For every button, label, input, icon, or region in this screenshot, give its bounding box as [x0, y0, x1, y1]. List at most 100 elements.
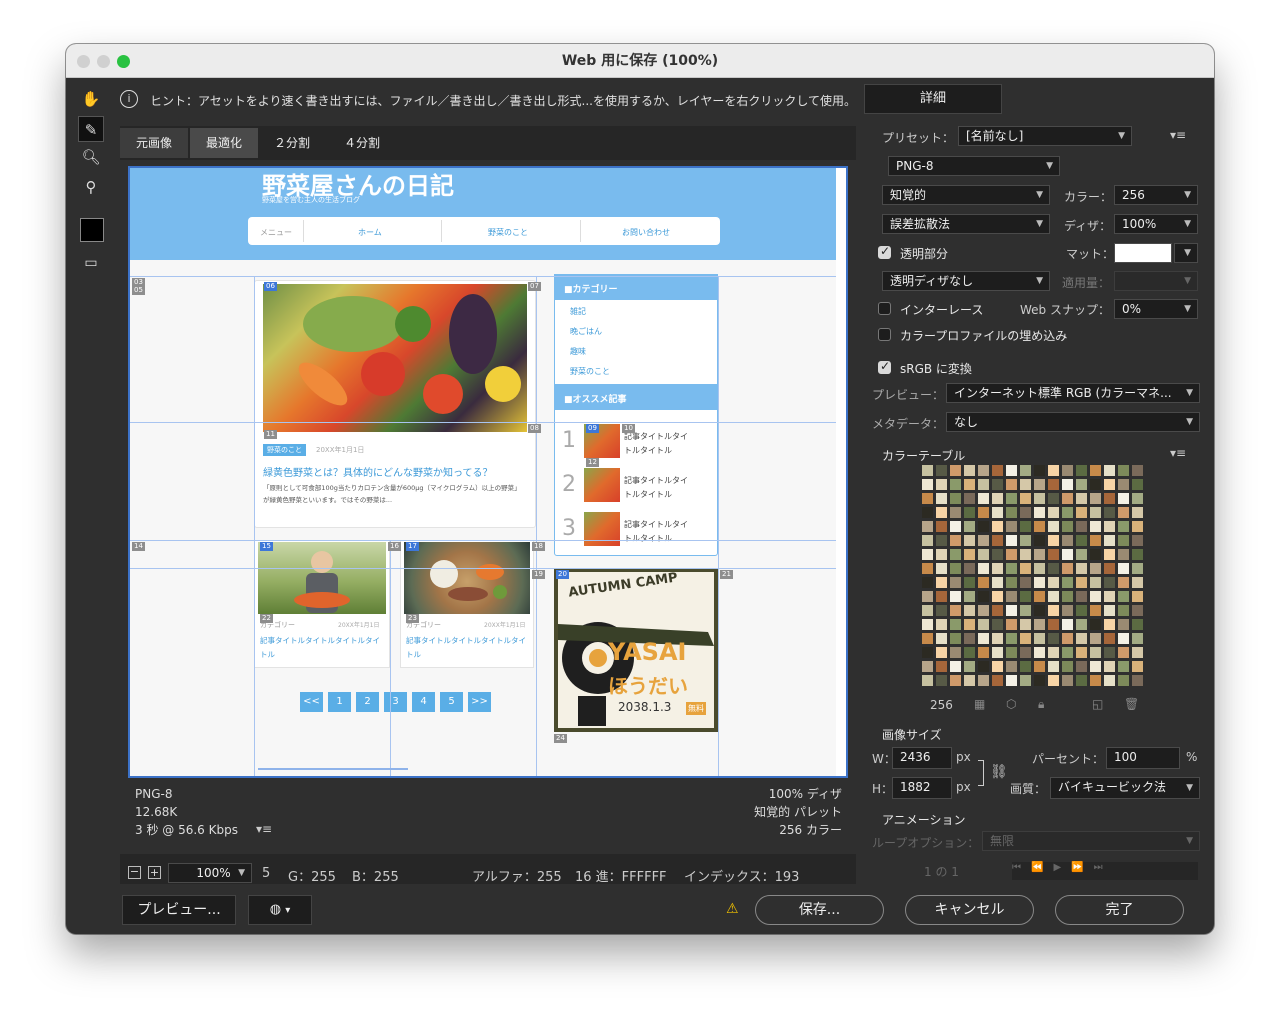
color-swatch[interactable]: [1062, 493, 1073, 504]
color-swatch[interactable]: [1090, 535, 1101, 546]
color-swatch[interactable]: [1090, 521, 1101, 532]
color-swatch[interactable]: [1118, 535, 1129, 546]
new-color-icon[interactable]: ◱: [1092, 697, 1103, 711]
color-swatch[interactable]: [1048, 647, 1059, 658]
detail-button[interactable]: 詳細: [864, 84, 1002, 114]
color-swatch[interactable]: [1118, 605, 1129, 616]
color-swatch[interactable]: [936, 521, 947, 532]
color-swatch[interactable]: [1048, 465, 1059, 476]
color-swatch[interactable]: [1006, 521, 1017, 532]
color-swatch[interactable]: [992, 493, 1003, 504]
color-swatch[interactable]: [992, 675, 1003, 686]
color-swatch[interactable]: [964, 507, 975, 518]
color-swatch[interactable]: [922, 563, 933, 574]
color-swatch[interactable]: [1076, 661, 1087, 672]
color-swatch[interactable]: [936, 535, 947, 546]
color-swatch[interactable]: [992, 521, 1003, 532]
color-swatch[interactable]: [1006, 535, 1017, 546]
download-speed-menu-icon[interactable]: ▾≡: [256, 822, 272, 836]
color-swatch[interactable]: [1062, 479, 1073, 490]
color-swatch[interactable]: [992, 535, 1003, 546]
color-swatch[interactable]: [1034, 521, 1045, 532]
color-swatch[interactable]: [1062, 661, 1073, 672]
color-swatch[interactable]: [1132, 661, 1143, 672]
color-swatch[interactable]: [1118, 521, 1129, 532]
color-swatch[interactable]: [1062, 521, 1073, 532]
color-swatch[interactable]: [950, 633, 961, 644]
color-swatch[interactable]: [1090, 591, 1101, 602]
color-swatch[interactable]: [1020, 465, 1031, 476]
color-swatch[interactable]: [1020, 675, 1031, 686]
color-swatch[interactable]: [1062, 591, 1073, 602]
color-swatch[interactable]: [950, 549, 961, 560]
color-swatch[interactable]: [1076, 479, 1087, 490]
color-swatch[interactable]: [992, 661, 1003, 672]
transparency-dither-select[interactable]: 透明ディザなし ▼: [882, 271, 1050, 291]
color-swatch[interactable]: [1020, 521, 1031, 532]
color-swatch[interactable]: [1104, 633, 1115, 644]
color-swatch[interactable]: [950, 605, 961, 616]
color-swatch[interactable]: [1006, 591, 1017, 602]
color-swatch[interactable]: [950, 619, 961, 630]
color-swatch[interactable]: [922, 619, 933, 630]
color-swatch[interactable]: [936, 479, 947, 490]
color-swatch[interactable]: [1048, 591, 1059, 602]
color-swatch[interactable]: [978, 647, 989, 658]
color-swatch[interactable]: [1048, 563, 1059, 574]
color-swatch[interactable]: [1118, 633, 1129, 644]
next-frame-icon[interactable]: ⏩: [1071, 862, 1093, 873]
color-swatch[interactable]: [950, 465, 961, 476]
article-title[interactable]: 緑黄色野菜とは？具体的にどんな野菜か知ってる？: [263, 464, 533, 479]
color-swatch[interactable]: [1048, 675, 1059, 686]
color-swatch[interactable]: [1104, 493, 1115, 504]
slice-label[interactable]: 23: [406, 614, 419, 623]
color-swatch[interactable]: [936, 619, 947, 630]
color-swatch[interactable]: [1132, 479, 1143, 490]
color-swatch[interactable]: [1006, 675, 1017, 686]
color-swatch[interactable]: [922, 661, 933, 672]
color-swatch[interactable]: [1006, 563, 1017, 574]
nav-menu[interactable]: メニュー: [260, 227, 292, 238]
slice-label[interactable]: 16: [388, 542, 401, 551]
color-swatch[interactable]: [1034, 535, 1045, 546]
height-field[interactable]: 1882: [892, 777, 952, 799]
color-swatch[interactable]: [1034, 675, 1045, 686]
color-swatch[interactable]: [1048, 619, 1059, 630]
tab-4up[interactable]: ４分割: [328, 128, 396, 158]
matte-color-swatch[interactable]: [1114, 243, 1172, 263]
color-swatch[interactable]: [1118, 465, 1129, 476]
color-swatch[interactable]: [1090, 647, 1101, 658]
preset-menu-icon[interactable]: ▾≡: [1170, 128, 1186, 142]
color-swatch[interactable]: [992, 577, 1003, 588]
first-frame-icon[interactable]: ⏮: [1012, 862, 1031, 873]
interlace-checkbox[interactable]: [878, 302, 891, 315]
color-swatch[interactable]: [964, 465, 975, 476]
web-safe-cube-icon[interactable]: ⬡: [1006, 697, 1016, 711]
loop-select[interactable]: 無限 ▼: [982, 831, 1200, 851]
color-swatch[interactable]: [964, 577, 975, 588]
color-swatch[interactable]: [1104, 465, 1115, 476]
color-swatch[interactable]: [950, 507, 961, 518]
tab-original[interactable]: 元画像: [120, 128, 189, 158]
color-swatch[interactable]: [936, 507, 947, 518]
color-swatch[interactable]: [922, 493, 933, 504]
color-swatch[interactable]: [1090, 563, 1101, 574]
slice-label[interactable]: 05: [132, 286, 145, 295]
color-swatch[interactable]: [936, 675, 947, 686]
color-swatch[interactable]: [1118, 591, 1129, 602]
color-swatch[interactable]: [1048, 521, 1059, 532]
color-swatch[interactable]: [936, 647, 947, 658]
color-swatch[interactable]: [1132, 605, 1143, 616]
color-swatch[interactable]: [1076, 605, 1087, 616]
category-link[interactable]: 雑記: [570, 306, 586, 317]
color-swatch[interactable]: [950, 591, 961, 602]
eyedropper-tool-icon[interactable]: ⚲: [78, 174, 104, 200]
color-swatch[interactable]: [1034, 647, 1045, 658]
slice-label[interactable]: 18: [532, 542, 545, 551]
color-swatch[interactable]: [1006, 465, 1017, 476]
done-button[interactable]: 完了: [1055, 895, 1184, 925]
color-swatch[interactable]: [1062, 675, 1073, 686]
color-swatch[interactable]: [922, 465, 933, 476]
embed-profile-checkbox[interactable]: [878, 328, 891, 341]
color-swatch[interactable]: [1118, 479, 1129, 490]
